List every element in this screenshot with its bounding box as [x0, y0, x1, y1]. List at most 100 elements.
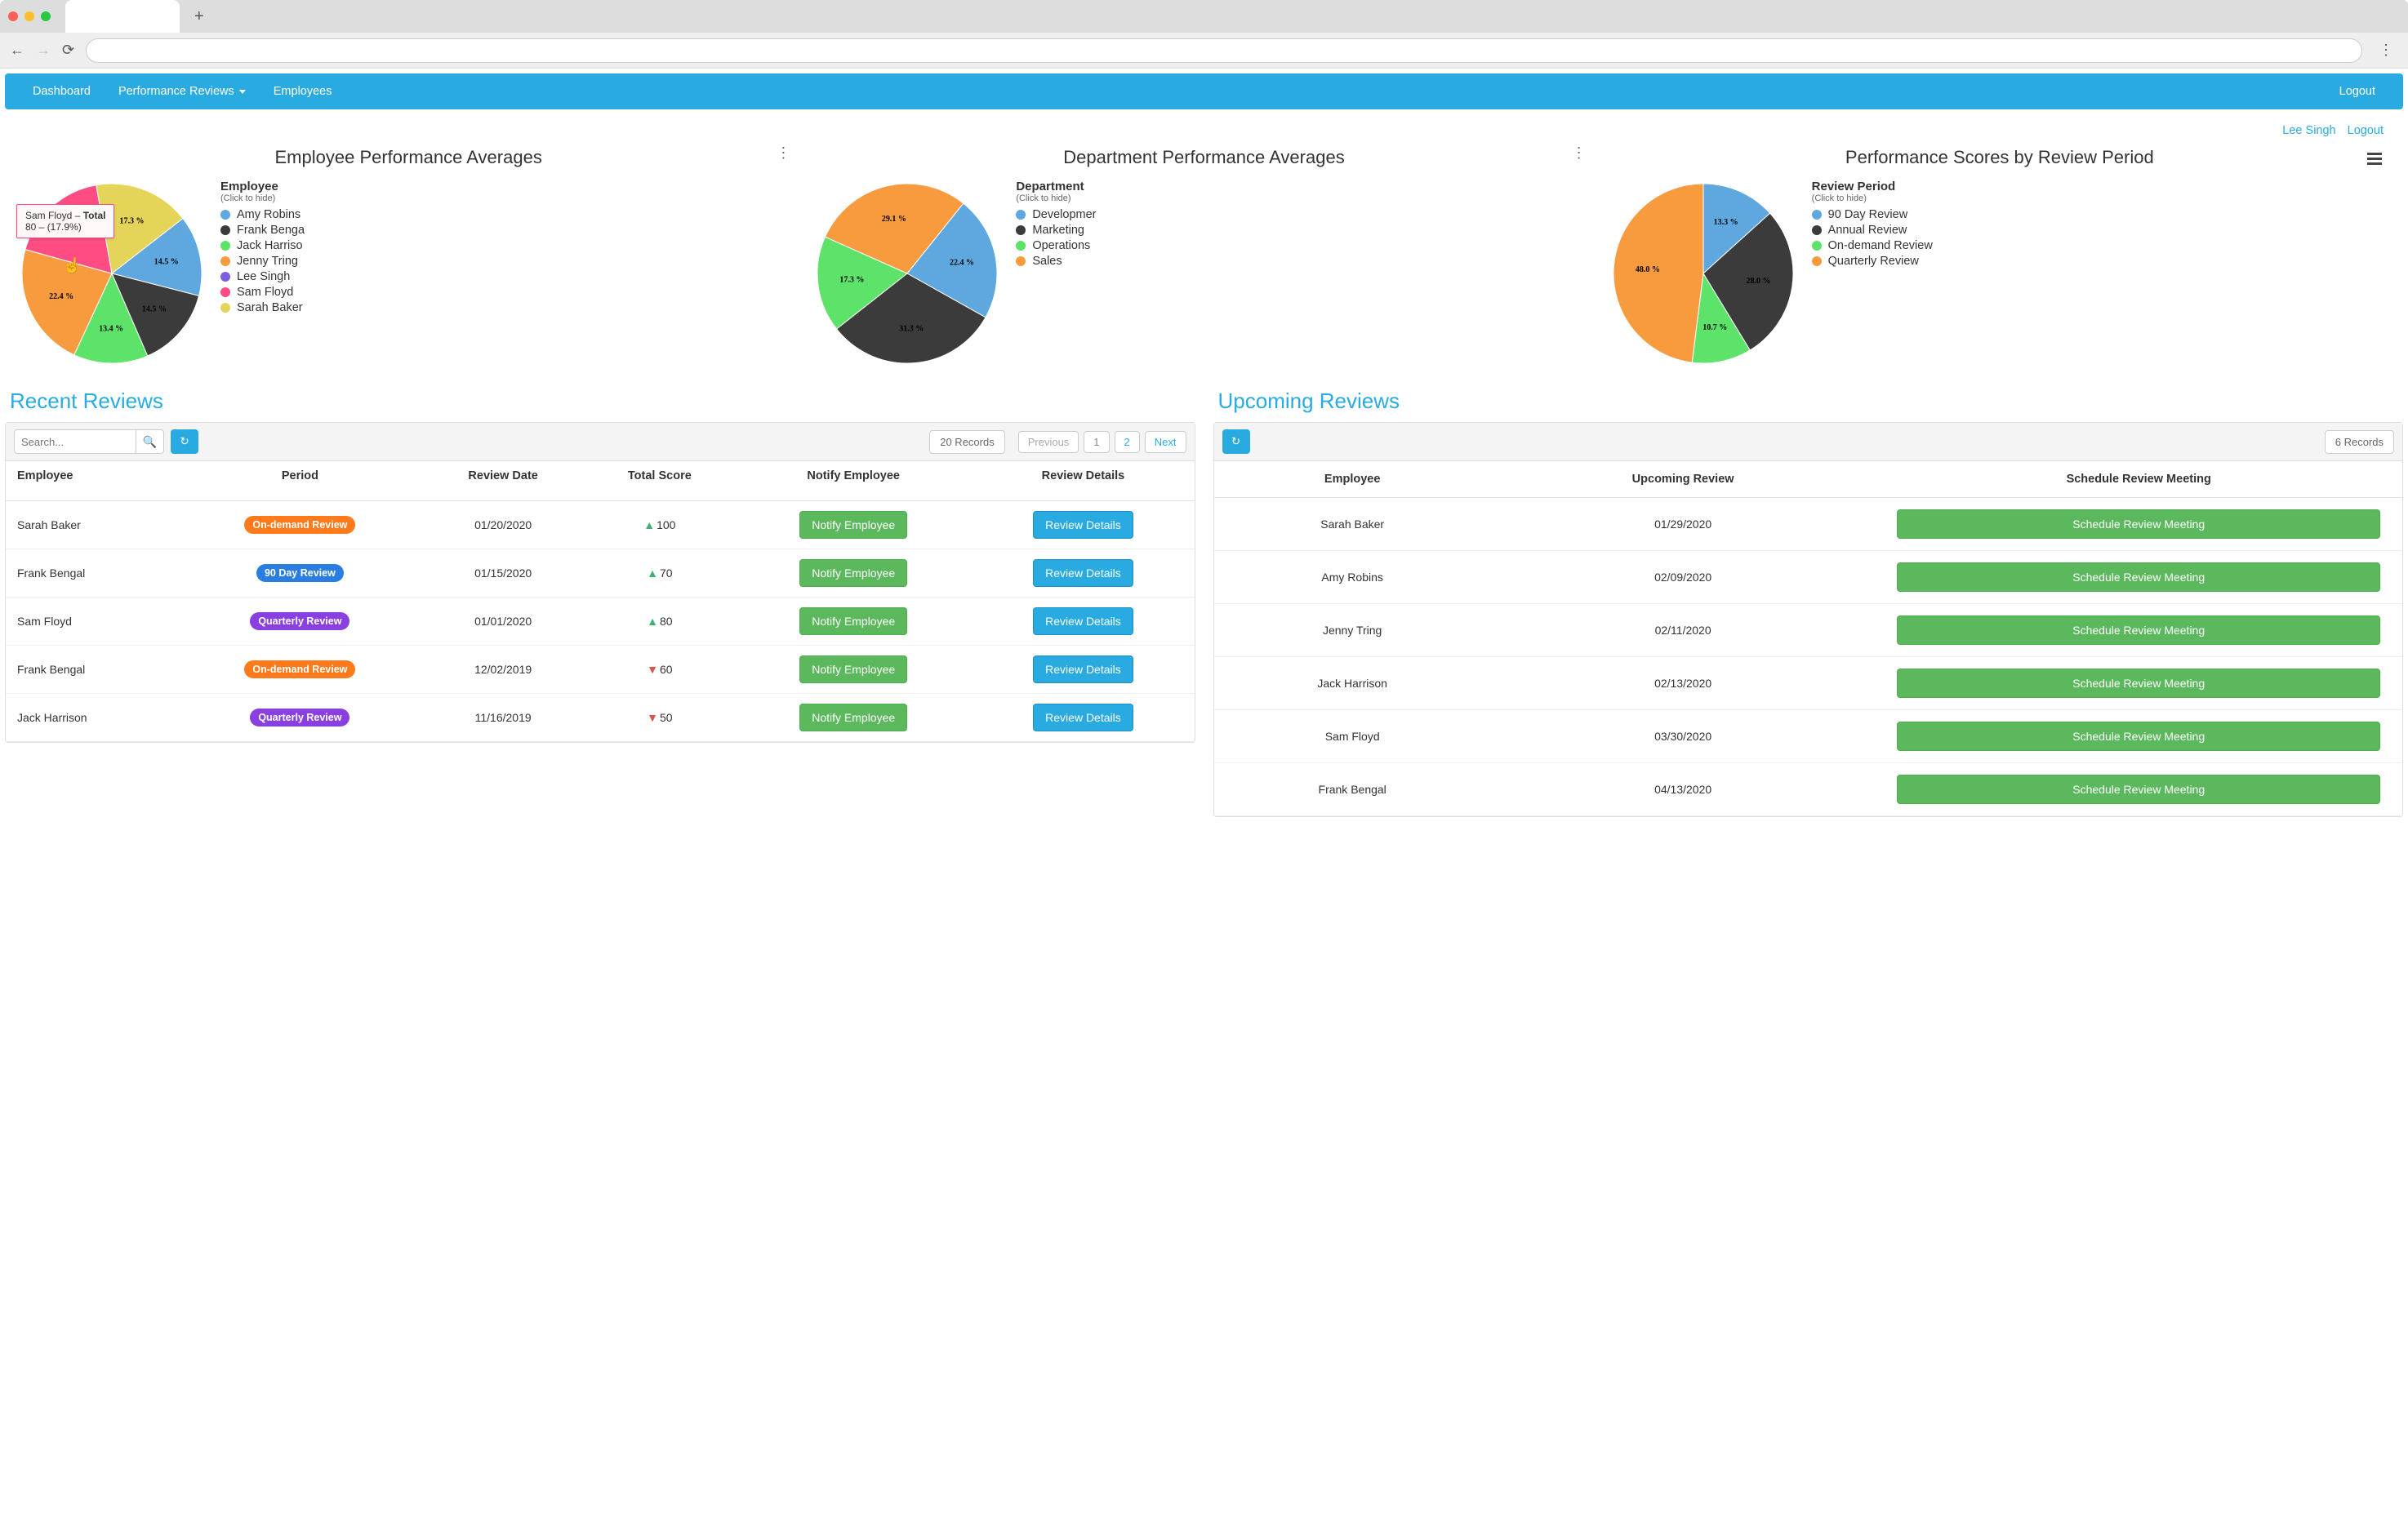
legend-item[interactable]: Operations	[1016, 239, 1096, 252]
table-row: Sam Floyd Quarterly Review 01/01/2020 ▲8…	[6, 598, 1195, 646]
pager-page-2[interactable]: 2	[1115, 431, 1140, 453]
legend-label: Frank Benga	[237, 224, 305, 237]
window-close[interactable]	[8, 11, 18, 21]
legend-item[interactable]: Jack Harriso	[220, 239, 305, 252]
col-review-date[interactable]: Review Date	[422, 461, 585, 501]
trend-down-icon: ▼	[647, 711, 658, 724]
cell-date: 01/29/2020	[1491, 498, 1876, 551]
svg-text:17.3 %: 17.3 %	[120, 217, 145, 226]
refresh-button[interactable]: ↻	[171, 429, 198, 454]
legend-label: On-demand Review	[1828, 239, 1933, 252]
cell-period: 90 Day Review	[178, 549, 421, 598]
search-input[interactable]	[14, 429, 136, 454]
svg-text:29.1 %: 29.1 %	[882, 215, 906, 224]
recent-toolbar: 🔍 ↻ 20 Records Previous 1 2 Next	[6, 423, 1195, 461]
pager-next[interactable]: Next	[1145, 431, 1186, 453]
legend-label: Jenny Tring	[237, 255, 298, 268]
pie-chart[interactable]: 13.3 %28.0 %10.7 %48.0 %	[1609, 180, 1797, 367]
review-details-button[interactable]: Review Details	[1033, 559, 1133, 587]
schedule-review-button[interactable]: Schedule Review Meeting	[1897, 775, 2380, 804]
legend-item[interactable]: Annual Review	[1812, 224, 1933, 237]
panel-title: Upcoming Reviews	[1218, 389, 2404, 414]
legend-label: Amy Robins	[237, 208, 300, 221]
schedule-review-button[interactable]: Schedule Review Meeting	[1897, 615, 2380, 645]
review-details-button[interactable]: Review Details	[1033, 704, 1133, 731]
chart-employee-performance: Employee Performance Averages ⋮ Sam Floy…	[18, 147, 799, 367]
svg-text:10.7 %: 10.7 %	[1703, 323, 1727, 332]
cell-employee: Sam Floyd	[1214, 710, 1491, 763]
svg-text:14.5 %: 14.5 %	[142, 305, 167, 314]
notify-employee-button[interactable]: Notify Employee	[799, 559, 907, 587]
notify-employee-button[interactable]: Notify Employee	[799, 704, 907, 731]
review-details-button[interactable]: Review Details	[1033, 511, 1133, 539]
legend-item[interactable]: Jenny Tring	[220, 255, 305, 268]
col-employee[interactable]: Employee	[6, 461, 178, 501]
schedule-review-button[interactable]: Schedule Review Meeting	[1897, 562, 2380, 592]
pie-chart[interactable]: 22.4 %31.3 %17.3 %29.1 %	[813, 180, 1001, 367]
chart-menu-icon[interactable]: ⋮	[776, 150, 790, 155]
legend-subtitle: (Click to hide)	[1812, 193, 1933, 203]
refresh-icon: ↻	[180, 435, 189, 448]
table-row: Sarah Baker On-demand Review 01/20/2020 …	[6, 501, 1195, 549]
legend-item[interactable]: Sales	[1016, 255, 1096, 268]
col-schedule[interactable]: Schedule Review Meeting	[1875, 461, 2402, 498]
chart-menu-icon[interactable]	[2367, 150, 2382, 167]
notify-employee-button[interactable]: Notify Employee	[799, 607, 907, 635]
search-button[interactable]: 🔍	[136, 429, 164, 454]
cell-score: ▲80	[585, 598, 735, 646]
cell-score: ▲70	[585, 549, 735, 598]
legend-label: Developmer	[1032, 208, 1096, 221]
pager-page-1[interactable]: 1	[1084, 431, 1109, 453]
legend-label: Sarah Baker	[237, 301, 303, 314]
col-notify[interactable]: Notify Employee	[735, 461, 972, 501]
legend-item[interactable]: Quarterly Review	[1812, 255, 1933, 268]
legend-label: Sales	[1032, 255, 1062, 268]
chrome-menu-icon[interactable]: ⋮	[2374, 42, 2398, 59]
window-minimize[interactable]	[24, 11, 34, 21]
nav-dashboard[interactable]: Dashboard	[33, 85, 91, 98]
legend-item[interactable]: Developmer	[1016, 208, 1096, 221]
chart-menu-icon[interactable]: ⋮	[1572, 150, 1587, 155]
pie-chart[interactable]: Sam Floyd – Total 80 – (17.9%) ☝️ 14.5 %…	[18, 180, 206, 367]
legend-item[interactable]: Frank Benga	[220, 224, 305, 237]
col-employee[interactable]: Employee	[1214, 461, 1491, 498]
refresh-button[interactable]: ↻	[1222, 429, 1250, 454]
legend-item[interactable]: Amy Robins	[220, 208, 305, 221]
col-period[interactable]: Period	[178, 461, 421, 501]
cursor-icon: ☝️	[63, 257, 81, 274]
address-bar[interactable]	[86, 38, 2362, 63]
legend-item[interactable]: 90 Day Review	[1812, 208, 1933, 221]
schedule-review-button[interactable]: Schedule Review Meeting	[1897, 509, 2380, 539]
schedule-review-button[interactable]: Schedule Review Meeting	[1897, 722, 2380, 751]
pager-prev[interactable]: Previous	[1018, 431, 1079, 453]
legend-item[interactable]: Lee Singh	[220, 270, 305, 283]
charts-row: Employee Performance Averages ⋮ Sam Floy…	[0, 140, 2408, 385]
col-details[interactable]: Review Details	[972, 461, 1194, 501]
notify-employee-button[interactable]: Notify Employee	[799, 655, 907, 683]
legend-item[interactable]: Sam Floyd	[220, 286, 305, 299]
nav-logout[interactable]: Logout	[2339, 85, 2375, 98]
review-details-button[interactable]: Review Details	[1033, 655, 1133, 683]
legend-item[interactable]: Sarah Baker	[220, 301, 305, 314]
cell-date: 02/09/2020	[1491, 551, 1876, 604]
legend-label: Annual Review	[1828, 224, 1907, 237]
col-total-score[interactable]: Total Score	[585, 461, 735, 501]
user-link[interactable]: Lee Singh	[2282, 124, 2335, 137]
review-details-button[interactable]: Review Details	[1033, 607, 1133, 635]
nav-employees[interactable]: Employees	[274, 85, 332, 98]
logout-link[interactable]: Logout	[2348, 124, 2384, 137]
legend-item[interactable]: Marketing	[1016, 224, 1096, 237]
legend-item[interactable]: On-demand Review	[1812, 239, 1933, 252]
new-tab-button[interactable]: +	[194, 7, 204, 26]
cell-employee: Amy Robins	[1214, 551, 1491, 604]
forward-button[interactable]: →	[36, 42, 51, 59]
upcoming-reviews-table: Employee Upcoming Review Schedule Review…	[1214, 461, 2403, 816]
window-maximize[interactable]	[41, 11, 51, 21]
notify-employee-button[interactable]: Notify Employee	[799, 511, 907, 539]
nav-performance-reviews[interactable]: Performance Reviews	[118, 85, 246, 98]
back-button[interactable]: ←	[10, 42, 24, 59]
schedule-review-button[interactable]: Schedule Review Meeting	[1897, 669, 2380, 698]
reload-button[interactable]: ⟳	[62, 42, 74, 59]
col-upcoming-review[interactable]: Upcoming Review	[1491, 461, 1876, 498]
browser-tab[interactable]	[65, 0, 180, 33]
